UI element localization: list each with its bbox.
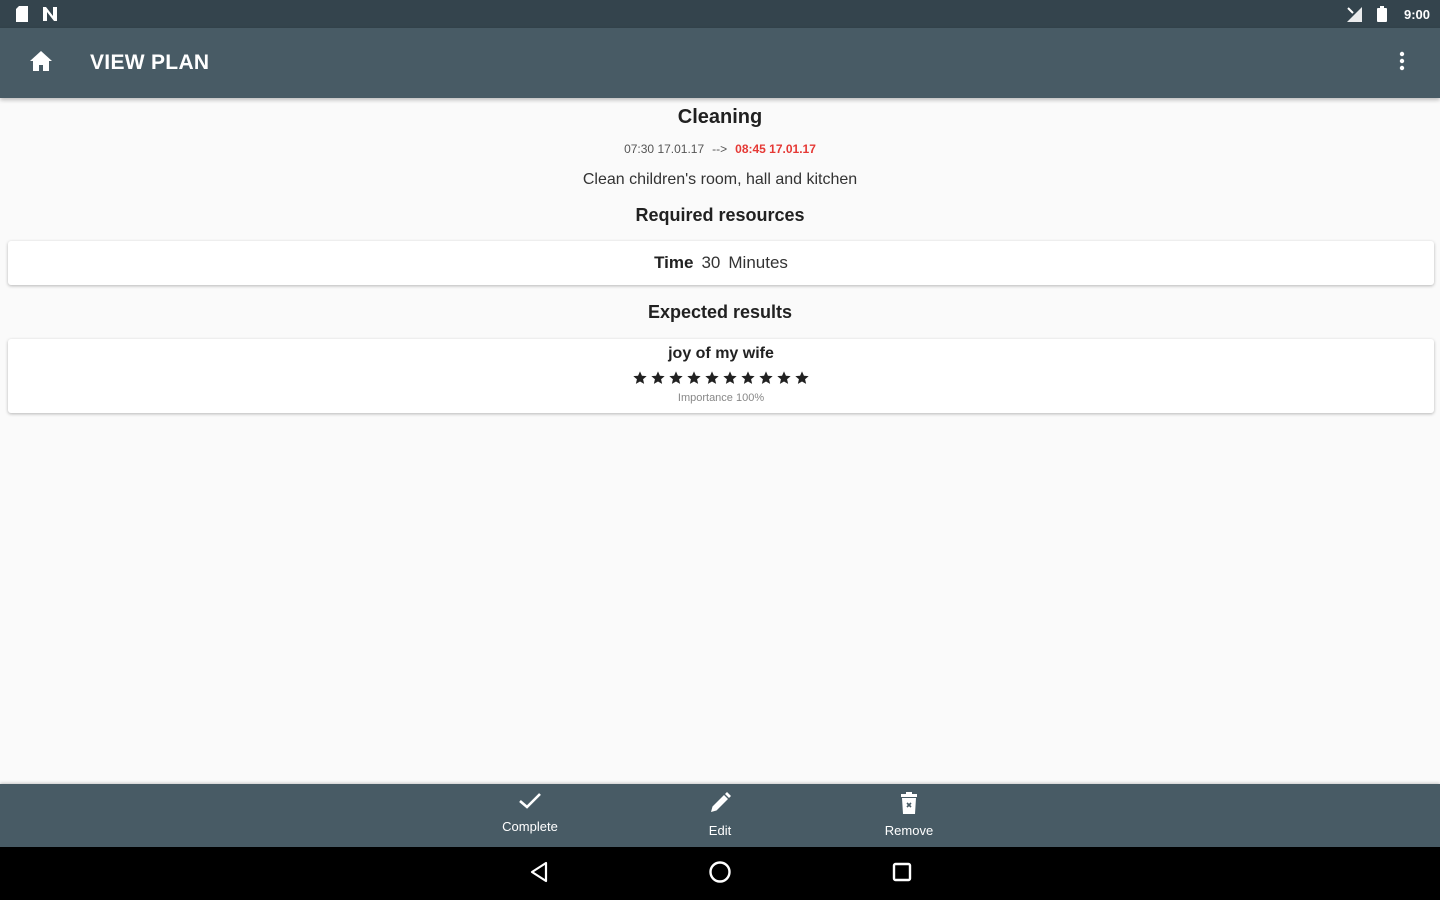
check-icon [518,792,542,815]
home-circle-icon [708,860,732,889]
resource-card[interactable]: Time 30 Minutes [8,241,1434,285]
complete-label: Complete [502,819,558,834]
back-triangle-icon [529,861,549,888]
nav-home-button[interactable] [705,859,735,889]
result-card[interactable]: joy of my wife Importance 100% [8,339,1434,413]
nav-recents-button[interactable] [887,859,917,889]
star-icon [651,371,665,384]
star-icon [687,371,701,384]
resource-unit: Minutes [728,253,788,272]
status-left [14,6,58,22]
importance-stars [8,370,1434,386]
status-right: 9:00 [1346,6,1430,22]
status-time: 9:00 [1403,6,1430,22]
navigation-bar [0,847,1440,900]
start-date: 07:30 17.01.17 [624,142,705,156]
importance-label: Importance 100% [677,392,765,404]
status-bar: 9:00 [0,0,1440,28]
action-bar: Complete Edit Remove [0,784,1440,847]
plan-details: Cleaning 07:30 17.01.17 --> 08:45 17.01.… [0,98,1440,784]
edit-label: Edit [708,823,732,838]
battery-icon [1374,6,1390,22]
resource-name: Time [654,253,694,272]
home-button[interactable] [21,43,61,83]
end-date: 08:45 17.01.17 [735,142,816,156]
resource-amount: 30 [701,253,721,272]
star-icon [777,371,791,384]
plan-description: Clean children's room, hall and kitchen [582,171,858,188]
notification-n-icon [42,6,58,22]
result-name: joy of my wife [668,345,774,362]
app-bar: VIEW PLAN [0,28,1440,98]
signal-icon [1346,6,1362,22]
more-vert-icon [1399,51,1405,76]
plan-title: Cleaning [677,106,763,128]
complete-button[interactable]: Complete [475,792,585,842]
page-title: VIEW PLAN [90,51,210,74]
star-icon [795,371,809,384]
star-icon [741,371,755,384]
required-resources-header: Required resources [635,205,805,225]
nav-back-button[interactable] [524,859,554,889]
sd-card-icon [14,6,30,22]
plan-dates: 07:30 17.01.17 --> 08:45 17.01.17 [0,142,1440,156]
remove-button[interactable]: Remove [854,792,964,842]
star-icon [759,371,773,384]
date-arrow: --> [712,142,728,156]
pencil-icon [709,792,731,819]
more-options-button[interactable] [1382,43,1422,83]
expected-results-header: Expected results [647,302,793,322]
star-icon [723,371,737,384]
remove-label: Remove [884,823,934,838]
star-icon [705,371,719,384]
star-icon [669,371,683,384]
trash-icon [900,792,918,819]
edit-button[interactable]: Edit [665,792,775,842]
home-icon [30,50,52,76]
star-icon [633,371,647,384]
recents-square-icon [891,861,913,888]
